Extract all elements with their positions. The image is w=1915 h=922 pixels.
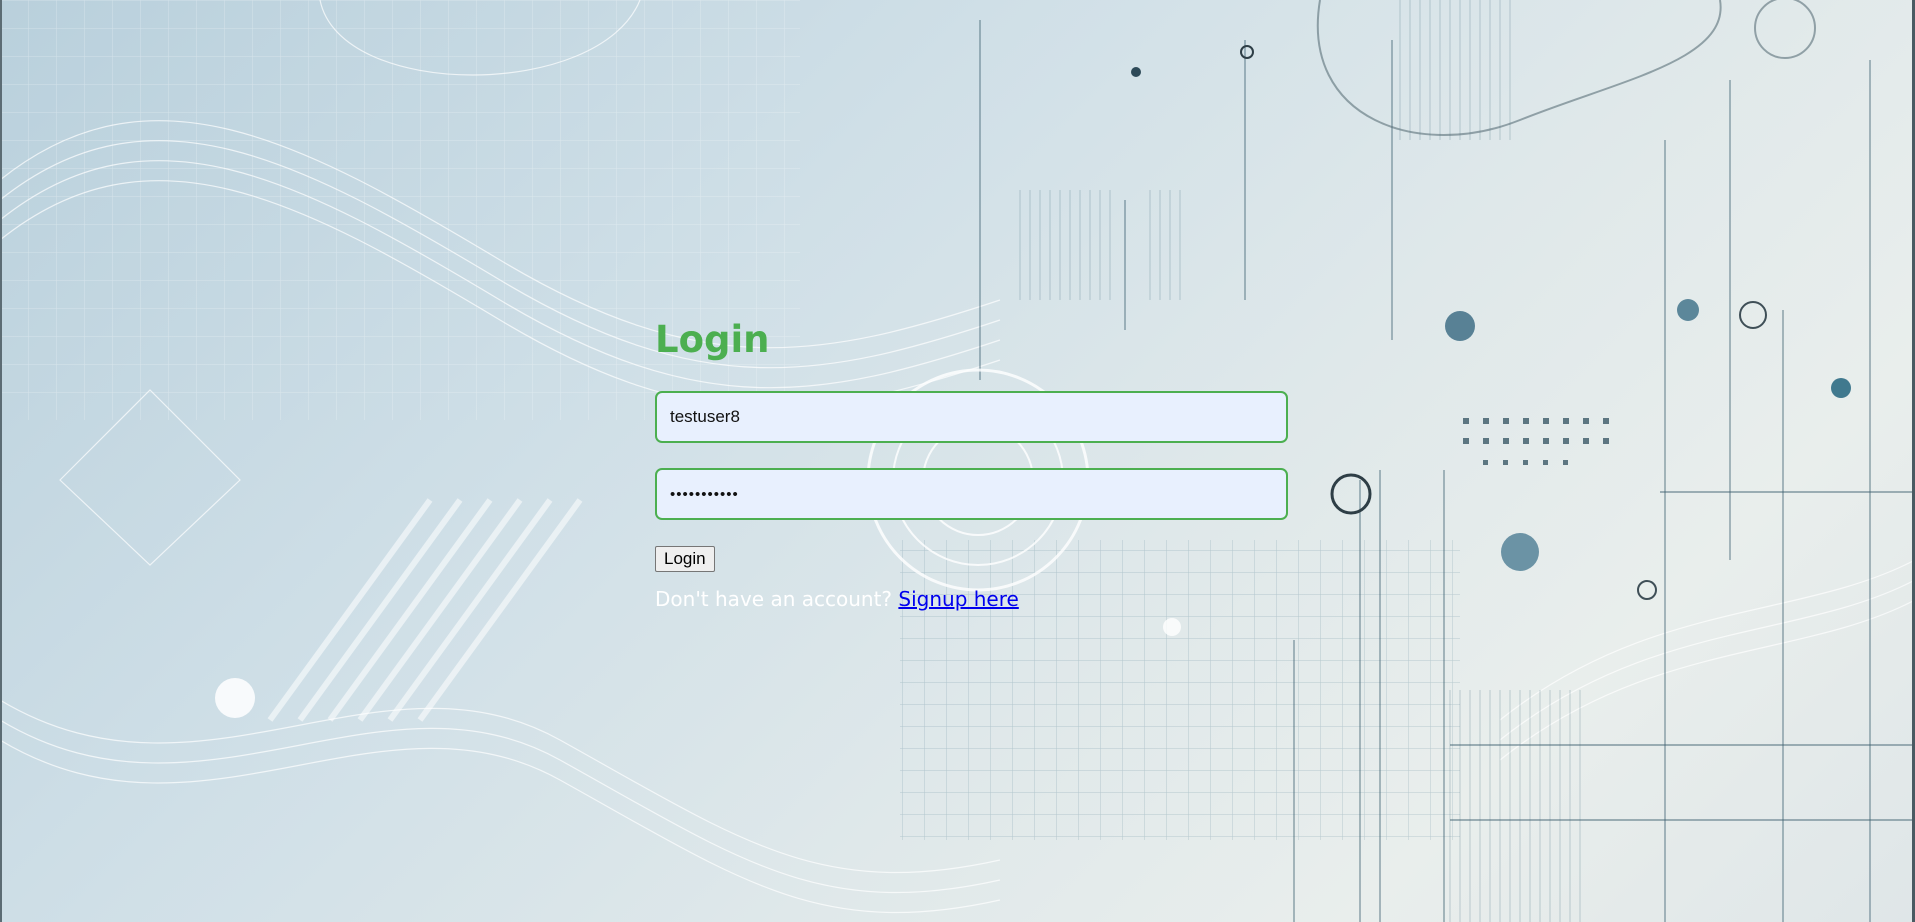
signup-prompt: Don't have an account? (655, 587, 893, 611)
login-form: Login Login Don't have an account? Signu… (655, 310, 1288, 612)
page-title: Login (655, 318, 770, 361)
signup-link[interactable]: Signup here (898, 587, 1018, 611)
window-left-edge (0, 0, 2, 922)
password-field[interactable] (655, 468, 1288, 520)
username-field[interactable] (655, 391, 1288, 443)
login-button[interactable]: Login (655, 546, 715, 572)
signup-row: Don't have an account? Signup here (655, 586, 1288, 612)
